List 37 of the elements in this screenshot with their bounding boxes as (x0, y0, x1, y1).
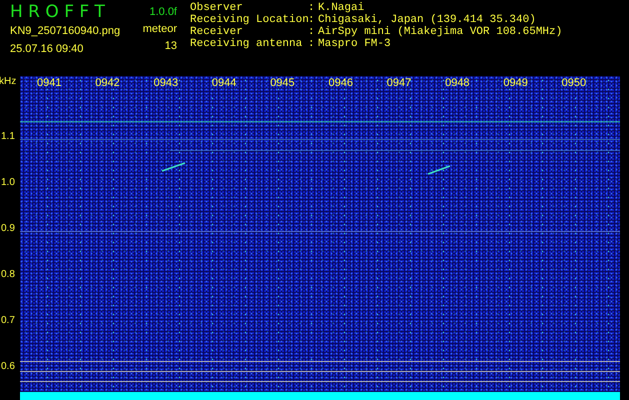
axis-label: 0.6 (1, 361, 15, 372)
version-label: 1.0.0f (149, 5, 177, 20)
meteor-echo-line (428, 165, 450, 175)
axis-label: 1.1 (1, 130, 15, 142)
meteor-label: meteor (142, 22, 177, 37)
time-label: 0950 (562, 76, 588, 90)
time-label: 0943 (154, 76, 180, 90)
info-label: Receiver (190, 26, 244, 38)
meteor-count: 13 (164, 39, 177, 54)
meteor-echo-line (162, 162, 186, 172)
time-label: 0948 (445, 76, 471, 90)
app-title: H R O F F T (10, 2, 106, 22)
axis-label: 0.7 (1, 315, 15, 326)
time-label: 0945 (270, 76, 296, 90)
colon-separator: : (308, 2, 316, 14)
axis-label: 0.8 (1, 269, 15, 280)
info-value: Chigasaki, Japan (139.414 35.340) (318, 14, 536, 26)
time-label: 0947 (386, 76, 412, 90)
time-label: 0941 (37, 76, 62, 90)
axis-unit: kHz (0, 76, 18, 89)
info-label: Receiving Location (190, 14, 308, 26)
colon-separator: : (308, 26, 316, 38)
axis-label: 0.9 (1, 222, 15, 234)
info-value: AirSpy mini (Miakejima VOR 108.65MHz) (318, 26, 562, 38)
axis-label: 1.0 (1, 176, 15, 188)
time-label: 0949 (503, 76, 529, 90)
info-value: Maspro FM-3 (318, 38, 391, 50)
colon-separator: : (308, 14, 316, 26)
info-value: K.Nagai (318, 2, 364, 14)
info-label: Receiving antenna (190, 38, 304, 50)
timestamp: 25.07.16 09:40 (10, 42, 84, 57)
info-label: Observer (190, 2, 244, 14)
time-label: 0946 (328, 76, 354, 90)
colon-separator: : (308, 38, 316, 50)
time-label: 0944 (212, 76, 238, 90)
file-name: KN9_2507160940.png (10, 24, 122, 39)
time-label: 0942 (95, 76, 121, 90)
